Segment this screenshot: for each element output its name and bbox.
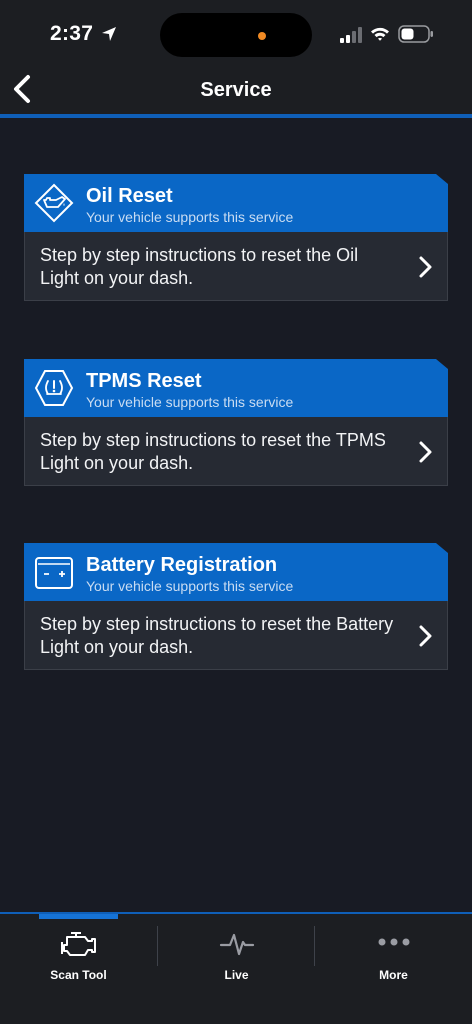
tpms-icon	[34, 370, 74, 406]
cellular-signal-icon	[340, 27, 362, 43]
card-description: Step by step instructions to reset the B…	[40, 614, 394, 657]
card-subtitle: Your vehicle supports this service	[86, 209, 294, 225]
privacy-indicator	[258, 32, 266, 40]
card-body: Step by step instructions to reset the T…	[24, 417, 448, 486]
location-arrow-icon	[102, 27, 116, 41]
service-screen: 2:37 Service Oil Reset Your vehicle supp…	[0, 0, 472, 1024]
pulse-icon	[219, 933, 254, 956]
card-body: Step by step instructions to reset the O…	[24, 232, 448, 301]
card-title: Oil Reset	[86, 185, 173, 207]
battery-status-icon	[398, 25, 433, 43]
card-title: TPMS Reset	[86, 370, 202, 392]
tab-label: Scan Tool	[50, 968, 107, 982]
chevron-right-icon	[419, 625, 432, 647]
page-title: Service	[200, 79, 272, 101]
chevron-right-icon	[419, 441, 432, 463]
tab-bar: Scan Tool Live More	[0, 912, 472, 1024]
card-header: TPMS Reset Your vehicle supports this se…	[24, 359, 448, 417]
tab-label: Live	[224, 968, 249, 982]
card-description: Step by step instructions to reset the T…	[40, 430, 386, 473]
status-time: 2:37	[50, 22, 94, 45]
tab-live[interactable]: Live	[158, 914, 315, 994]
card-header: Oil Reset Your vehicle supports this ser…	[24, 174, 448, 232]
card-description: Step by step instructions to reset the O…	[40, 245, 359, 288]
card-subtitle: Your vehicle supports this service	[86, 394, 294, 410]
tab-label: More	[379, 968, 408, 982]
status-bar: 2:37	[0, 0, 472, 64]
dynamic-island	[160, 13, 312, 57]
card-header: Battery Registration Your vehicle suppor…	[24, 543, 448, 601]
service-card-tpms-reset[interactable]: TPMS Reset Your vehicle supports this se…	[24, 359, 448, 486]
card-subtitle: Your vehicle supports this service	[86, 578, 294, 594]
card-title: Battery Registration	[86, 554, 278, 576]
tab-scan-tool[interactable]: Scan Tool	[0, 914, 157, 994]
nav-bar: Service	[0, 64, 472, 118]
service-card-battery-registration[interactable]: Battery Registration Your vehicle suppor…	[24, 543, 448, 670]
wifi-icon	[371, 27, 389, 41]
tab-more[interactable]: More	[315, 914, 472, 994]
more-dots-icon	[378, 938, 409, 946]
car-battery-icon	[35, 557, 73, 589]
service-card-oil-reset[interactable]: Oil Reset Your vehicle supports this ser…	[24, 174, 448, 301]
card-body: Step by step instructions to reset the B…	[24, 601, 448, 670]
chevron-right-icon	[419, 256, 432, 278]
oil-can-icon	[34, 183, 74, 223]
engine-icon	[60, 932, 96, 956]
